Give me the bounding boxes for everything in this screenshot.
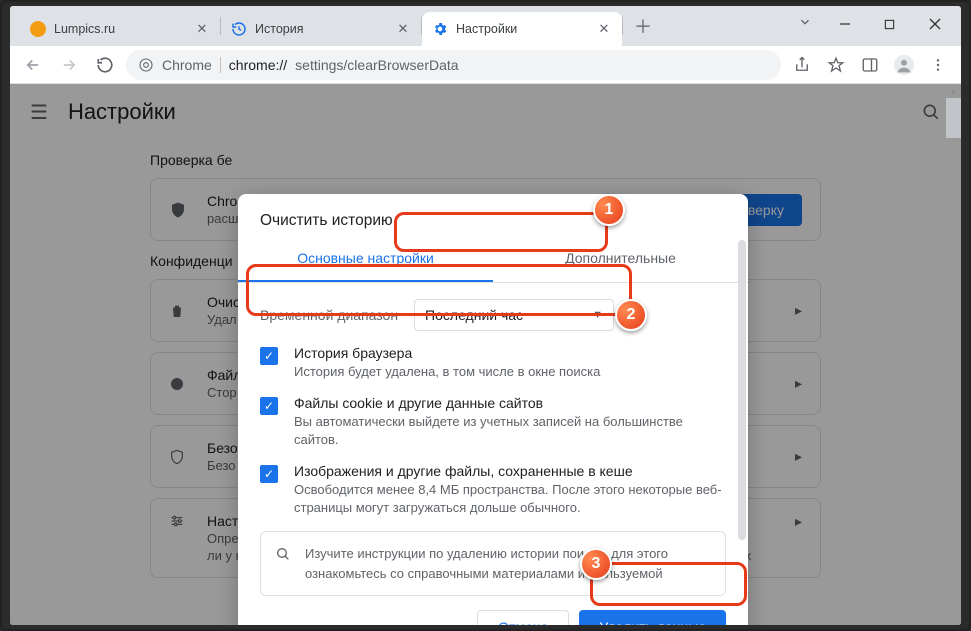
- tab-advanced[interactable]: Дополнительные: [493, 236, 748, 280]
- close-icon[interactable]: ✕: [194, 21, 210, 37]
- tabs-dropdown-icon[interactable]: [788, 6, 822, 34]
- checkbox-browsing-history[interactable]: ✓ История браузера История будет удалена…: [260, 345, 726, 381]
- side-panel-button[interactable]: [855, 50, 885, 80]
- minimize-button[interactable]: [822, 10, 867, 38]
- tab-title: История: [255, 22, 387, 36]
- tab-title: Настройки: [456, 22, 588, 36]
- time-range-select[interactable]: Последний час ▼: [414, 299, 614, 331]
- back-button[interactable]: [18, 50, 48, 80]
- cancel-button[interactable]: Отмена: [477, 610, 569, 625]
- checkbox-icon[interactable]: ✓: [260, 465, 278, 483]
- delete-data-button[interactable]: Удалить данные: [579, 610, 726, 625]
- forward-button[interactable]: [54, 50, 84, 80]
- close-icon[interactable]: ✕: [596, 21, 612, 37]
- tabs-strip: Lumpics.ru ✕ История ✕ Настройки ✕ ＋: [10, 6, 788, 46]
- favicon-orange-icon: [30, 21, 46, 37]
- time-range-value: Последний час: [425, 307, 523, 323]
- maximize-button[interactable]: [867, 10, 912, 38]
- address-bar[interactable]: Chrome chrome:// settings/clearBrowserDat…: [126, 50, 781, 80]
- gear-icon: [432, 21, 448, 37]
- url-path: settings/clearBrowserData: [295, 57, 458, 73]
- tab-title: Lumpics.ru: [54, 22, 186, 36]
- chrome-icon: [138, 57, 154, 73]
- url-host: chrome://: [229, 57, 287, 73]
- checkbox-icon[interactable]: ✓: [260, 397, 278, 415]
- page-scrollbar[interactable]: ▲: [946, 84, 961, 625]
- tab-history[interactable]: История ✕: [221, 12, 421, 46]
- titlebar: Lumpics.ru ✕ История ✕ Настройки ✕ ＋: [10, 6, 961, 46]
- info-box: Изучите инструкции по удалению истории п…: [260, 531, 726, 596]
- checkbox-icon[interactable]: ✓: [260, 347, 278, 365]
- window-controls: [822, 6, 961, 46]
- dialog-scrollbar[interactable]: [738, 240, 746, 625]
- reload-button[interactable]: [90, 50, 120, 80]
- close-icon[interactable]: ✕: [395, 21, 411, 37]
- profile-button[interactable]: [889, 50, 919, 80]
- bookmark-button[interactable]: [821, 50, 851, 80]
- browser-toolbar: Chrome chrome:// settings/clearBrowserDat…: [10, 46, 961, 84]
- new-tab-button[interactable]: ＋: [629, 12, 657, 40]
- tab-settings[interactable]: Настройки ✕: [422, 12, 622, 46]
- chrome-label: Chrome: [162, 57, 212, 73]
- info-text: Изучите инструкции по удалению истории п…: [305, 544, 711, 583]
- time-range-label: Временной диапазон: [260, 307, 398, 323]
- dialog-tabs: Основные настройки Дополнительные: [238, 236, 748, 280]
- share-button[interactable]: [787, 50, 817, 80]
- checkbox-cache[interactable]: ✓ Изображения и другие файлы, сохраненны…: [260, 463, 726, 517]
- window-close-button[interactable]: [912, 10, 957, 38]
- tab-lumpics[interactable]: Lumpics.ru ✕: [20, 12, 220, 46]
- checkbox-cookies[interactable]: ✓ Файлы cookie и другие данные сайтов Вы…: [260, 395, 726, 449]
- clear-browsing-dialog: Очистить историю Основные настройки Допо…: [238, 194, 748, 625]
- history-icon: [231, 21, 247, 37]
- chevron-down-icon: ▼: [592, 309, 603, 321]
- tab-basic[interactable]: Основные настройки: [238, 236, 493, 280]
- search-icon: [275, 546, 291, 562]
- menu-button[interactable]: [923, 50, 953, 80]
- dialog-title: Очистить историю: [238, 194, 748, 236]
